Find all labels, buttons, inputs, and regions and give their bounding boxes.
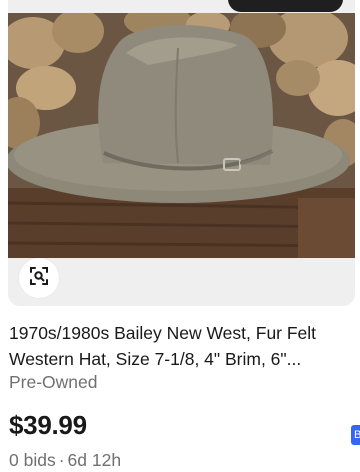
meta-separator: · <box>58 450 65 470</box>
listing-card[interactable]: 1970s/1980s Bailey New West, Fur Felt We… <box>8 0 355 472</box>
visual-search-button[interactable] <box>19 258 59 298</box>
listing-title[interactable]: 1970s/1980s Bailey New West, Fur Felt We… <box>9 320 349 372</box>
listing-title-line-1[interactable]: 1970s/1980s Bailey New West, Fur Felt <box>9 323 316 343</box>
image-overlay-chip[interactable] <box>228 0 343 12</box>
time-left: 6d 12h <box>67 450 122 470</box>
bid-count: 0 bids <box>9 450 56 470</box>
visual-search-icon <box>29 266 49 291</box>
listing-image-container[interactable] <box>8 0 355 306</box>
listing-title-line-2[interactable]: Western Hat, Size 7-1/8, 4" Brim, 6"... <box>9 349 301 369</box>
listing-meta: 0 bids · 6d 12h <box>9 449 121 471</box>
adjacent-card-badge[interactable]: B <box>351 425 360 445</box>
listing-price: $39.99 <box>9 410 87 440</box>
listing-photo[interactable] <box>8 13 355 258</box>
listing-condition: Pre-Owned <box>9 372 98 392</box>
